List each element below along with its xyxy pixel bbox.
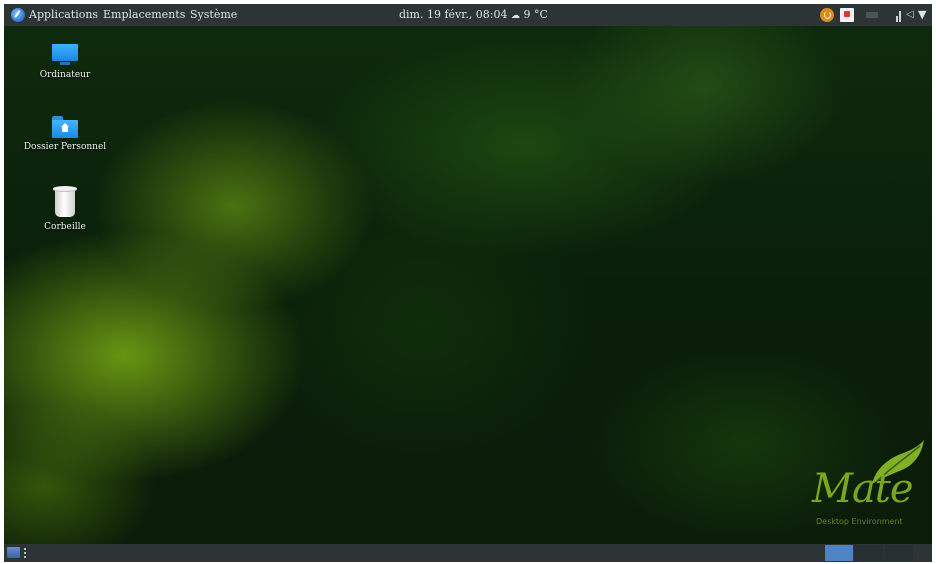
desktop-icon-dossier-personnel[interactable]: Dossier Personnel xyxy=(10,116,120,152)
wifi-icon[interactable]: ▼ xyxy=(918,9,928,21)
workspace-1-active[interactable] xyxy=(825,545,853,561)
weather-cloud-icon: ☁ xyxy=(511,11,521,21)
network-bars-icon[interactable] xyxy=(896,8,902,22)
desktop-icon-corbeille[interactable]: Corbeille xyxy=(10,186,120,232)
keyboard-layout-icon[interactable] xyxy=(866,12,878,18)
bottom-panel xyxy=(4,544,932,562)
menu-systeme[interactable]: Système xyxy=(190,4,237,26)
update-notifier-icon[interactable] xyxy=(820,8,834,22)
desktop-screen: Applications Emplacements Système dim. 1… xyxy=(4,4,932,562)
mate-subtitle-text: Desktop Environment xyxy=(816,517,903,526)
panel-handle[interactable] xyxy=(24,548,28,558)
home-folder-icon xyxy=(51,116,79,138)
clock-applet[interactable]: dim. 19 févr., 08:04 ☁ 9 °C xyxy=(399,4,548,26)
volume-icon[interactable]: ◁ xyxy=(906,8,916,22)
menu-applications[interactable]: Applications xyxy=(29,4,98,26)
temperature-text: 9 °C xyxy=(523,8,548,21)
show-desktop-icon[interactable] xyxy=(7,547,20,558)
workspace-3[interactable] xyxy=(885,545,913,561)
menu-emplacements[interactable]: Emplacements xyxy=(103,4,185,26)
mate-brand-text: Mate xyxy=(812,466,914,512)
top-panel: Applications Emplacements Système dim. 1… xyxy=(4,4,932,26)
clock-text: dim. 19 févr., 08:04 xyxy=(399,8,508,21)
computer-icon xyxy=(51,44,79,66)
mate-logo-watermark: Mate Desktop Environment xyxy=(774,436,924,536)
trash-icon xyxy=(52,186,78,218)
desktop-icon-ordinateur[interactable]: Ordinateur xyxy=(10,44,120,80)
desktop-icon-label: Dossier Personnel xyxy=(23,142,107,152)
desktop-icon-label: Corbeille xyxy=(44,222,86,232)
mate-menu-icon[interactable] xyxy=(11,8,25,22)
workspace-2[interactable] xyxy=(855,545,883,561)
desktop-icon-label: Ordinateur xyxy=(39,70,91,80)
mail-icon[interactable] xyxy=(840,8,854,22)
